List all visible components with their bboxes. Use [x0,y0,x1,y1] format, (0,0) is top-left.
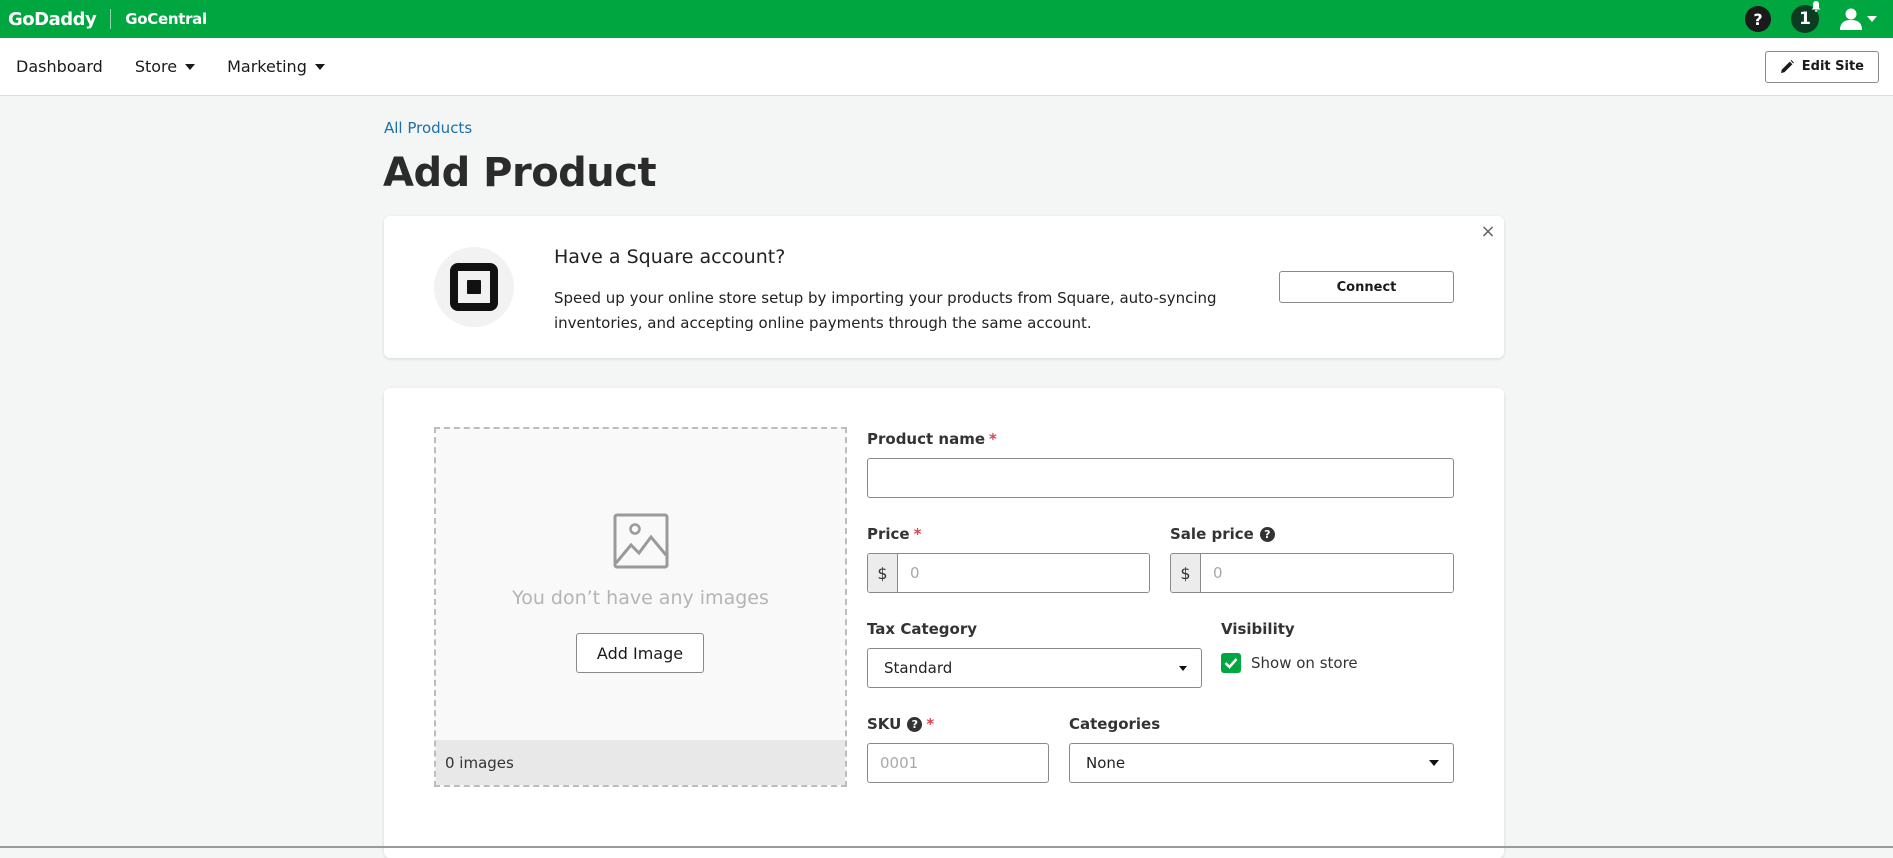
currency-prefix: $ [868,554,898,592]
square-banner-title: Have a Square account? [554,246,786,268]
edit-site-label: Edit Site [1801,59,1864,74]
required-asterisk: * [913,525,922,543]
square-logo-badge [434,247,514,327]
nav-dashboard-label: Dashboard [16,57,103,76]
help-icon[interactable]: ? [1259,526,1275,542]
gocentral-label[interactable]: GoCentral [125,10,207,28]
user-avatar-icon [1840,8,1862,30]
edit-site-button[interactable]: Edit Site [1764,50,1879,83]
checkmark-icon [1224,658,1238,669]
tax-category-value: Standard [884,659,953,677]
connect-label: Connect [1336,279,1397,295]
required-asterisk: * [926,715,935,733]
required-asterisk: * [989,430,997,448]
image-placeholder-icon [613,513,669,569]
square-banner-description: Speed up your online store setup by impo… [554,289,1217,332]
sku-label: SKU ? * [867,715,934,733]
help-symbol: ? [1753,9,1763,29]
nav-bar: Dashboard Store Marketing Edit Site [0,38,1893,96]
sale-price-label-text: Sale price [1170,525,1254,543]
image-dropzone[interactable]: You don’t have any images Add Image 0 im… [434,427,847,787]
close-icon[interactable]: × [1480,221,1496,242]
nav-dashboard[interactable]: Dashboard [16,57,103,76]
price-label: Price * [867,525,921,543]
help-icon[interactable]: ? [1745,6,1771,32]
tax-category-label-text: Tax Category [867,620,978,638]
pencil-icon [1780,59,1794,73]
help-symbol: ? [1264,527,1271,541]
chevron-down-icon [185,63,196,70]
sale-price-input-group: $ [1170,553,1454,593]
breadcrumb-all-products[interactable]: All Products [384,119,472,137]
chevron-down-icon [1179,665,1187,671]
user-menu[interactable] [1839,7,1877,31]
price-label-text: Price [867,525,910,543]
sale-price-label: Sale price ? [1170,525,1275,543]
chevron-down-icon [314,63,325,70]
product-name-label-text: Product name [867,430,986,448]
images-count-footer: 0 images [436,740,845,785]
price-input-group: $ [867,553,1150,593]
tax-category-select[interactable]: Standard [867,648,1202,688]
sale-price-input[interactable] [1201,554,1453,592]
categories-select[interactable]: None [1069,743,1454,783]
connect-button[interactable]: Connect [1279,271,1454,303]
show-on-store-label: Show on store [1251,654,1358,672]
no-images-text: You don’t have any images [512,587,769,609]
godaddy-logo[interactable]: GoDaddy [8,9,97,30]
sku-input[interactable] [867,743,1049,783]
nav-store-label: Store [134,57,178,76]
square-banner: Have a Square account? Speed up your onl… [384,216,1504,358]
help-icon[interactable]: ? [907,716,923,732]
notifications-count: 1 [1799,9,1811,29]
add-image-label: Add Image [596,643,684,663]
brand-divider [110,9,112,29]
page-title: Add Product [383,150,657,196]
nav-marketing[interactable]: Marketing [227,57,325,76]
nav-store[interactable]: Store [134,57,196,76]
chevron-down-icon [1429,760,1439,766]
chevron-down-icon [1867,16,1877,22]
price-input[interactable] [898,554,1149,592]
sku-label-text: SKU [867,715,902,733]
nav-marketing-label: Marketing [227,57,307,76]
add-image-button[interactable]: Add Image [576,633,704,673]
top-bar: GoDaddy GoCentral ? 1 [0,0,1893,38]
product-name-label: Product name * [867,430,997,448]
visibility-label-text: Visibility [1221,620,1295,638]
show-on-store-checkbox[interactable] [1221,653,1241,673]
tax-category-label: Tax Category [867,620,977,638]
notifications-button[interactable]: 1 [1791,1,1821,33]
categories-value: None [1086,754,1126,772]
categories-label: Categories [1069,715,1160,733]
categories-label-text: Categories [1069,715,1161,733]
show-on-store-option: Show on store [1221,653,1358,673]
help-symbol: ? [911,717,919,731]
product-form-card: You don’t have any images Add Image 0 im… [384,388,1504,858]
top-right-controls: ? 1 [1745,1,1877,33]
square-logo-icon [450,263,498,311]
close-symbol: × [1480,221,1496,242]
bell-icon [1811,1,1821,12]
currency-prefix: $ [1171,554,1201,592]
visibility-label: Visibility [1221,620,1295,638]
product-name-input[interactable] [867,458,1454,498]
images-count: 0 images [445,753,514,772]
